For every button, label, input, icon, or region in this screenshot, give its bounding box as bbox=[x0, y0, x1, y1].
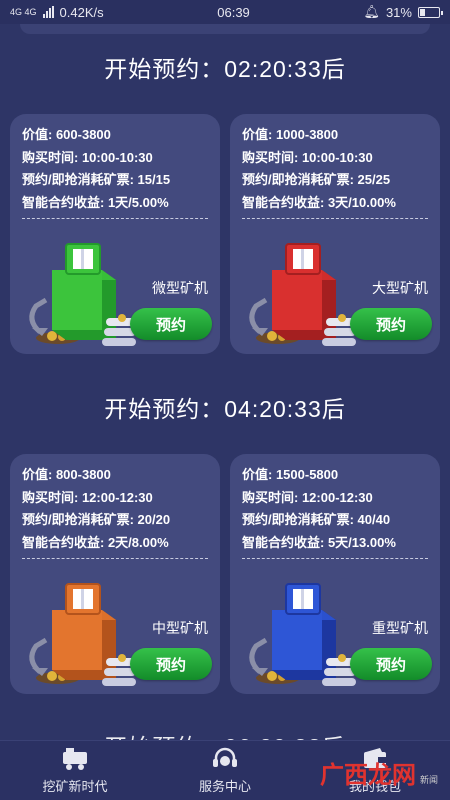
buy-time-text: 购买时间: 10:00-10:30 bbox=[22, 149, 153, 165]
price-text: 价值: 1500-5800 bbox=[242, 467, 339, 482]
mine-cart-icon bbox=[63, 748, 87, 770]
miner-card: 价值: 600-3800 购买时间: 10:00-10:30 预约/即抢消耗矿票… bbox=[10, 114, 220, 354]
battery-percent: 31% bbox=[385, 4, 412, 20]
headset-icon bbox=[213, 747, 237, 767]
tickets-text: 预约/即抢消耗矿票: 20/20 bbox=[22, 512, 171, 527]
orange-mining-machine-icon bbox=[29, 583, 136, 686]
miner-name: 大型矿机 bbox=[372, 280, 428, 296]
miner-card: 价值: 1000-3800 购买时间: 10:00-10:30 预约/即抢消耗矿… bbox=[230, 114, 440, 354]
bell-icon: 🔔︎ bbox=[363, 4, 380, 19]
divider bbox=[242, 218, 428, 219]
miner-card: 价值: 800-3800 购买时间: 12:00-12:30 预约/即抢消耗矿票… bbox=[10, 454, 220, 694]
miner-card: 价值: 1500-5800 购买时间: 12:00-12:30 预约/即抢消耗矿… bbox=[230, 454, 440, 694]
tickets-text: 预约/即抢消耗矿票: 15/15 bbox=[22, 172, 171, 187]
book-button[interactable]: 预约 bbox=[130, 308, 212, 340]
buy-time-text: 购买时间: 12:00-12:30 bbox=[22, 489, 153, 505]
section-title: 开始预约：04:20:33后 bbox=[104, 396, 346, 422]
red-mining-machine-icon bbox=[249, 243, 356, 346]
blue-mining-machine-icon bbox=[249, 583, 356, 686]
signal-icon bbox=[42, 6, 54, 18]
book-button[interactable]: 预约 bbox=[130, 648, 212, 680]
yield-text: 智能合约收益: 1天/5.00% bbox=[22, 194, 169, 210]
network-type: 4G 4G bbox=[10, 7, 37, 17]
price-text: 价值: 1000-3800 bbox=[242, 127, 339, 142]
previous-card-edge bbox=[20, 24, 430, 34]
tickets-text: 预约/即抢消耗矿票: 25/25 bbox=[242, 172, 391, 187]
clock: 06:39 bbox=[217, 4, 250, 20]
nav-item-mining[interactable]: 挖矿新时代 bbox=[0, 741, 150, 800]
price-text: 价值: 600-3800 bbox=[22, 127, 111, 142]
miner-name: 重型矿机 bbox=[372, 620, 428, 636]
miner-name: 微型矿机 bbox=[152, 280, 208, 296]
divider bbox=[22, 218, 208, 219]
section-title: 开始预约：02:20:33后 bbox=[104, 56, 346, 82]
watermark-logo: 广西龙网 新闻 bbox=[319, 762, 438, 789]
nav-label: 服务中心 bbox=[198, 779, 251, 794]
divider bbox=[22, 558, 208, 559]
book-button[interactable]: 预约 bbox=[350, 648, 432, 680]
yield-text: 智能合约收益: 3天/10.00% bbox=[242, 194, 396, 210]
book-button[interactable]: 预约 bbox=[350, 308, 432, 340]
network-speed: 0.42K/s bbox=[59, 4, 104, 20]
tickets-text: 预约/即抢消耗矿票: 40/40 bbox=[242, 512, 391, 527]
yield-text: 智能合约收益: 5天/13.00% bbox=[242, 534, 396, 550]
status-bar: 4G 4G 0.42K/s 06:39 🔔︎ 31% bbox=[0, 0, 450, 24]
nav-item-service[interactable]: 服务中心 bbox=[150, 741, 300, 800]
battery-icon bbox=[417, 6, 443, 18]
buy-time-text: 购买时间: 12:00-12:30 bbox=[242, 489, 373, 505]
yield-text: 智能合约收益: 2天/8.00% bbox=[22, 534, 169, 550]
price-text: 价值: 800-3800 bbox=[22, 467, 111, 482]
divider bbox=[242, 558, 428, 559]
green-mining-machine-icon bbox=[29, 243, 136, 346]
miner-name: 中型矿机 bbox=[152, 620, 208, 636]
nav-label: 挖矿新时代 bbox=[42, 779, 108, 794]
buy-time-text: 购买时间: 10:00-10:30 bbox=[242, 149, 373, 165]
